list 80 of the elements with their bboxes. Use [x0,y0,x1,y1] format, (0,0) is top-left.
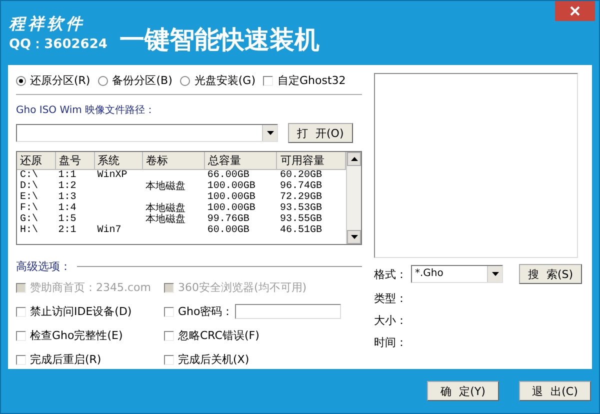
radio-button[interactable] [16,76,26,86]
table-cell-text: 本地磁盘 [144,181,187,192]
path-label: Gho ISO Wim 映像文件路径： [16,104,156,117]
option-label: Gho密码： [178,304,234,319]
table-cell-text: 46.51GB [278,225,323,236]
table-cell-text: G:\ [19,214,40,225]
option-label: 完成后关机(X) [178,352,250,367]
table-cell: WinXP [94,170,143,181]
table-cell: 66.00GB [204,170,277,181]
table-cell-text: 本地磁盘 [144,203,187,214]
checkbox[interactable] [164,306,174,316]
brand-name: 程祥软件 [9,14,86,34]
column-header[interactable]: 系统 [94,152,143,170]
checkbox[interactable] [164,354,174,364]
close-button[interactable] [555,1,595,21]
dropdown-arrow-icon [266,131,274,135]
table-cell-text: D:\ [19,181,40,192]
down-arrow-icon [350,235,358,239]
table-cell-text: 100.00GB [206,203,256,214]
info-label: 大小： [374,313,408,328]
table-cell-text: 93.55GB [278,214,323,225]
up-arrow-icon [350,157,358,161]
option-label: 自定Ghost32 [277,73,346,88]
qq-number: QQ：3602624 [9,36,108,52]
window-title: 一键智能快速装机 [119,24,320,56]
dropdown-arrow-icon [492,272,498,276]
format-dropdown[interactable]: *.Gho [411,265,503,283]
open-button[interactable]: 打 开(O) [288,123,353,143]
column-header[interactable]: 盘号 [55,152,94,170]
table-cell-text: Win7 [96,225,122,236]
option-label: 还原分区(R) [30,73,90,88]
column-header[interactable]: 总容量 [204,152,277,170]
table-cell-text: 100.00GB [206,181,256,192]
checkbox[interactable] [263,76,274,86]
option-label: 赞助商首页：2345.com [30,280,151,295]
option-label: 光盘安装(G) [194,73,256,88]
option-label: 完成后重启(R) [30,352,102,367]
password-field[interactable] [235,304,342,319]
table-cell-text: 72.29GB [278,192,323,203]
option-label: 备份分区(B) [112,73,172,88]
table-cell: 1:1 [55,170,94,181]
table-cell-text: 1:5 [57,214,78,225]
column-header[interactable]: 卷标 [142,152,204,170]
table-cell-text: 99.76GB [206,214,250,225]
advanced-options-label: 高级选项： [16,259,71,274]
column-header[interactable]: 还原 [17,152,56,170]
table-cell-text: 本地磁盘 [144,214,187,225]
format-label: 格式： [374,266,407,282]
close-icon [570,6,580,16]
checkbox[interactable] [16,354,26,364]
table-cell-text: 1:4 [57,203,78,214]
checkbox[interactable] [16,330,26,340]
table-cell-text: F:\ [19,203,40,214]
table-cell-text: H:\ [19,225,40,236]
info-label: 类型： [374,291,408,306]
table-cell-text: 2:1 [57,225,78,236]
table-cell-text: 93.53GB [278,203,323,214]
exit-button[interactable]: 退 出(C) [519,381,591,401]
option-label: 检查Gho完整性(E) [30,328,123,343]
table-cell: 60.20GB [276,170,346,181]
search-button[interactable]: 搜 索(S) [519,264,582,284]
table-cell: C:\ [17,170,56,181]
table-cell-text: 96.74GB [278,181,323,192]
table-cell-text: E:\ [19,192,40,203]
radio-button[interactable] [98,76,108,86]
checkbox[interactable] [16,306,26,316]
info-label: 时间： [374,335,408,350]
option-label: 忽略CRC错误(F) [178,328,260,343]
column-header[interactable]: 可用容量 [276,152,346,170]
table-cell-text: 100.00GB [206,192,256,203]
option-label: 禁止访问IDE设备(D) [30,304,132,319]
option-label: 360安全浏览器(均不可用) [178,280,307,295]
path-dropdown[interactable] [16,124,278,142]
confirm-button[interactable]: 确 定(Y) [427,381,499,401]
table-cell-text: 60.00GB [206,225,250,236]
table-cell-text: 1:3 [57,192,78,203]
table-cell-text: 1:2 [57,181,78,192]
checkbox[interactable] [164,330,174,340]
scrollbar[interactable] [346,152,361,244]
radio-button[interactable] [180,76,190,86]
